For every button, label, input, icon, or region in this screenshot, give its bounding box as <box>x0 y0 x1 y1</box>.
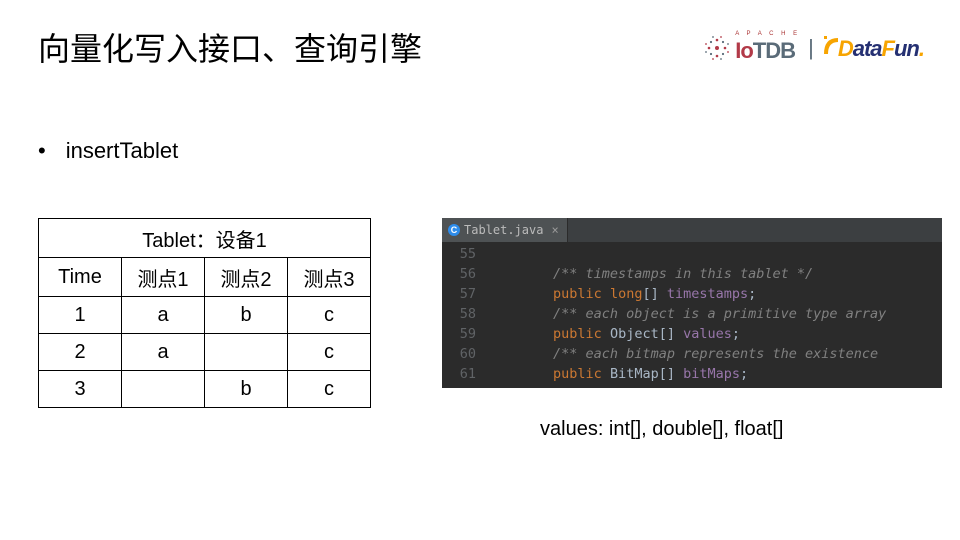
tablet-header: Time <box>39 258 122 297</box>
cell: a <box>122 334 205 371</box>
table-row: 1 a b c <box>39 297 371 334</box>
line-body: public long[] timestamps; <box>488 286 756 302</box>
bullet-dot-icon: • <box>38 140 46 162</box>
class-file-icon: C <box>448 224 460 236</box>
slide-title: 向量化写入接口、查询引擎 <box>38 24 422 70</box>
line-number: 58 <box>442 304 488 324</box>
apache-label: A P A C H E <box>735 32 800 36</box>
cell <box>205 334 288 371</box>
code-line: 57 public long[] timestamps; <box>442 284 942 304</box>
code-line: 58 /** each object is a primitive type a… <box>442 304 942 324</box>
line-number: 60 <box>442 344 488 364</box>
iotdb-db: DB <box>765 38 795 63</box>
line-number: 57 <box>442 284 488 304</box>
cell: a <box>122 297 205 334</box>
line-body: /** each bitmap represents the existence <box>488 346 886 362</box>
line-number: 56 <box>442 264 488 284</box>
tablet-header: 测点2 <box>205 258 288 297</box>
cell: b <box>205 371 288 408</box>
df-un: un <box>894 36 919 61</box>
line-number: 59 <box>442 324 488 344</box>
cell: 2 <box>39 334 122 371</box>
table-row: 3 b c <box>39 371 371 408</box>
editor-tab[interactable]: C Tablet.java × <box>442 218 568 242</box>
code-body: 5556 /** timestamps in this tablet */57 … <box>442 242 942 388</box>
iotdb-io: Io <box>735 38 753 63</box>
code-line: 61 public BitMap[] bitMaps; <box>442 364 942 384</box>
tablet-caption: Tablet：设备1 <box>39 219 371 258</box>
tablet-header: 测点3 <box>288 258 371 297</box>
line-body: /** each object is a primitive type arra… <box>488 306 886 322</box>
line-body: /** timestamps in this tablet */ <box>488 266 813 282</box>
close-icon[interactable]: × <box>551 220 558 240</box>
editor-tabbar: C Tablet.java × <box>442 218 942 242</box>
iotdb-wordmark: A P A C H E IoTDB <box>735 32 800 64</box>
df-d: D <box>838 36 853 61</box>
code-line: 59 public Object[] values; <box>442 324 942 344</box>
cell: b <box>205 297 288 334</box>
code-line: 55 <box>442 244 942 264</box>
iotdb-mark-icon <box>703 34 731 62</box>
df-dot: . <box>919 36 924 61</box>
logo-row: A P A C H E IoTDB | DataFun. <box>703 32 924 64</box>
df-ata: ata <box>853 36 882 61</box>
bullet-item: • insertTablet <box>38 138 178 164</box>
cell: 1 <box>39 297 122 334</box>
cell <box>122 371 205 408</box>
tablet-header: 测点1 <box>122 258 205 297</box>
cell: c <box>288 334 371 371</box>
line-number: 55 <box>442 244 488 264</box>
df-f: F <box>882 36 894 61</box>
code-line: 60 /** each bitmap represents the existe… <box>442 344 942 364</box>
bullet-text: insertTablet <box>66 138 179 164</box>
tab-label: Tablet.java <box>464 220 543 240</box>
datafun-logo: DataFun. <box>822 34 924 62</box>
line-number: 61 <box>442 364 488 384</box>
cell: c <box>288 371 371 408</box>
cell: 3 <box>39 371 122 408</box>
code-line: 56 /** timestamps in this tablet */ <box>442 264 942 284</box>
tablet-table: Tablet：设备1 Time 测点1 测点2 测点3 1 a b c 2 a … <box>38 218 371 408</box>
cell: c <box>288 297 371 334</box>
iotdb-logo: A P A C H E IoTDB <box>703 32 800 64</box>
line-body: public BitMap[] bitMaps; <box>488 366 748 382</box>
code-editor: C Tablet.java × 5556 /** timestamps in t… <box>442 218 942 388</box>
table-row: 2 a c <box>39 334 371 371</box>
values-note: values: int[], double[], float[] <box>540 418 783 441</box>
logo-separator: | <box>806 35 816 61</box>
line-body: public Object[] values; <box>488 326 740 342</box>
iotdb-t: T <box>753 38 765 63</box>
tablet-table-block: Tablet：设备1 Time 测点1 测点2 测点3 1 a b c 2 a … <box>38 218 371 408</box>
